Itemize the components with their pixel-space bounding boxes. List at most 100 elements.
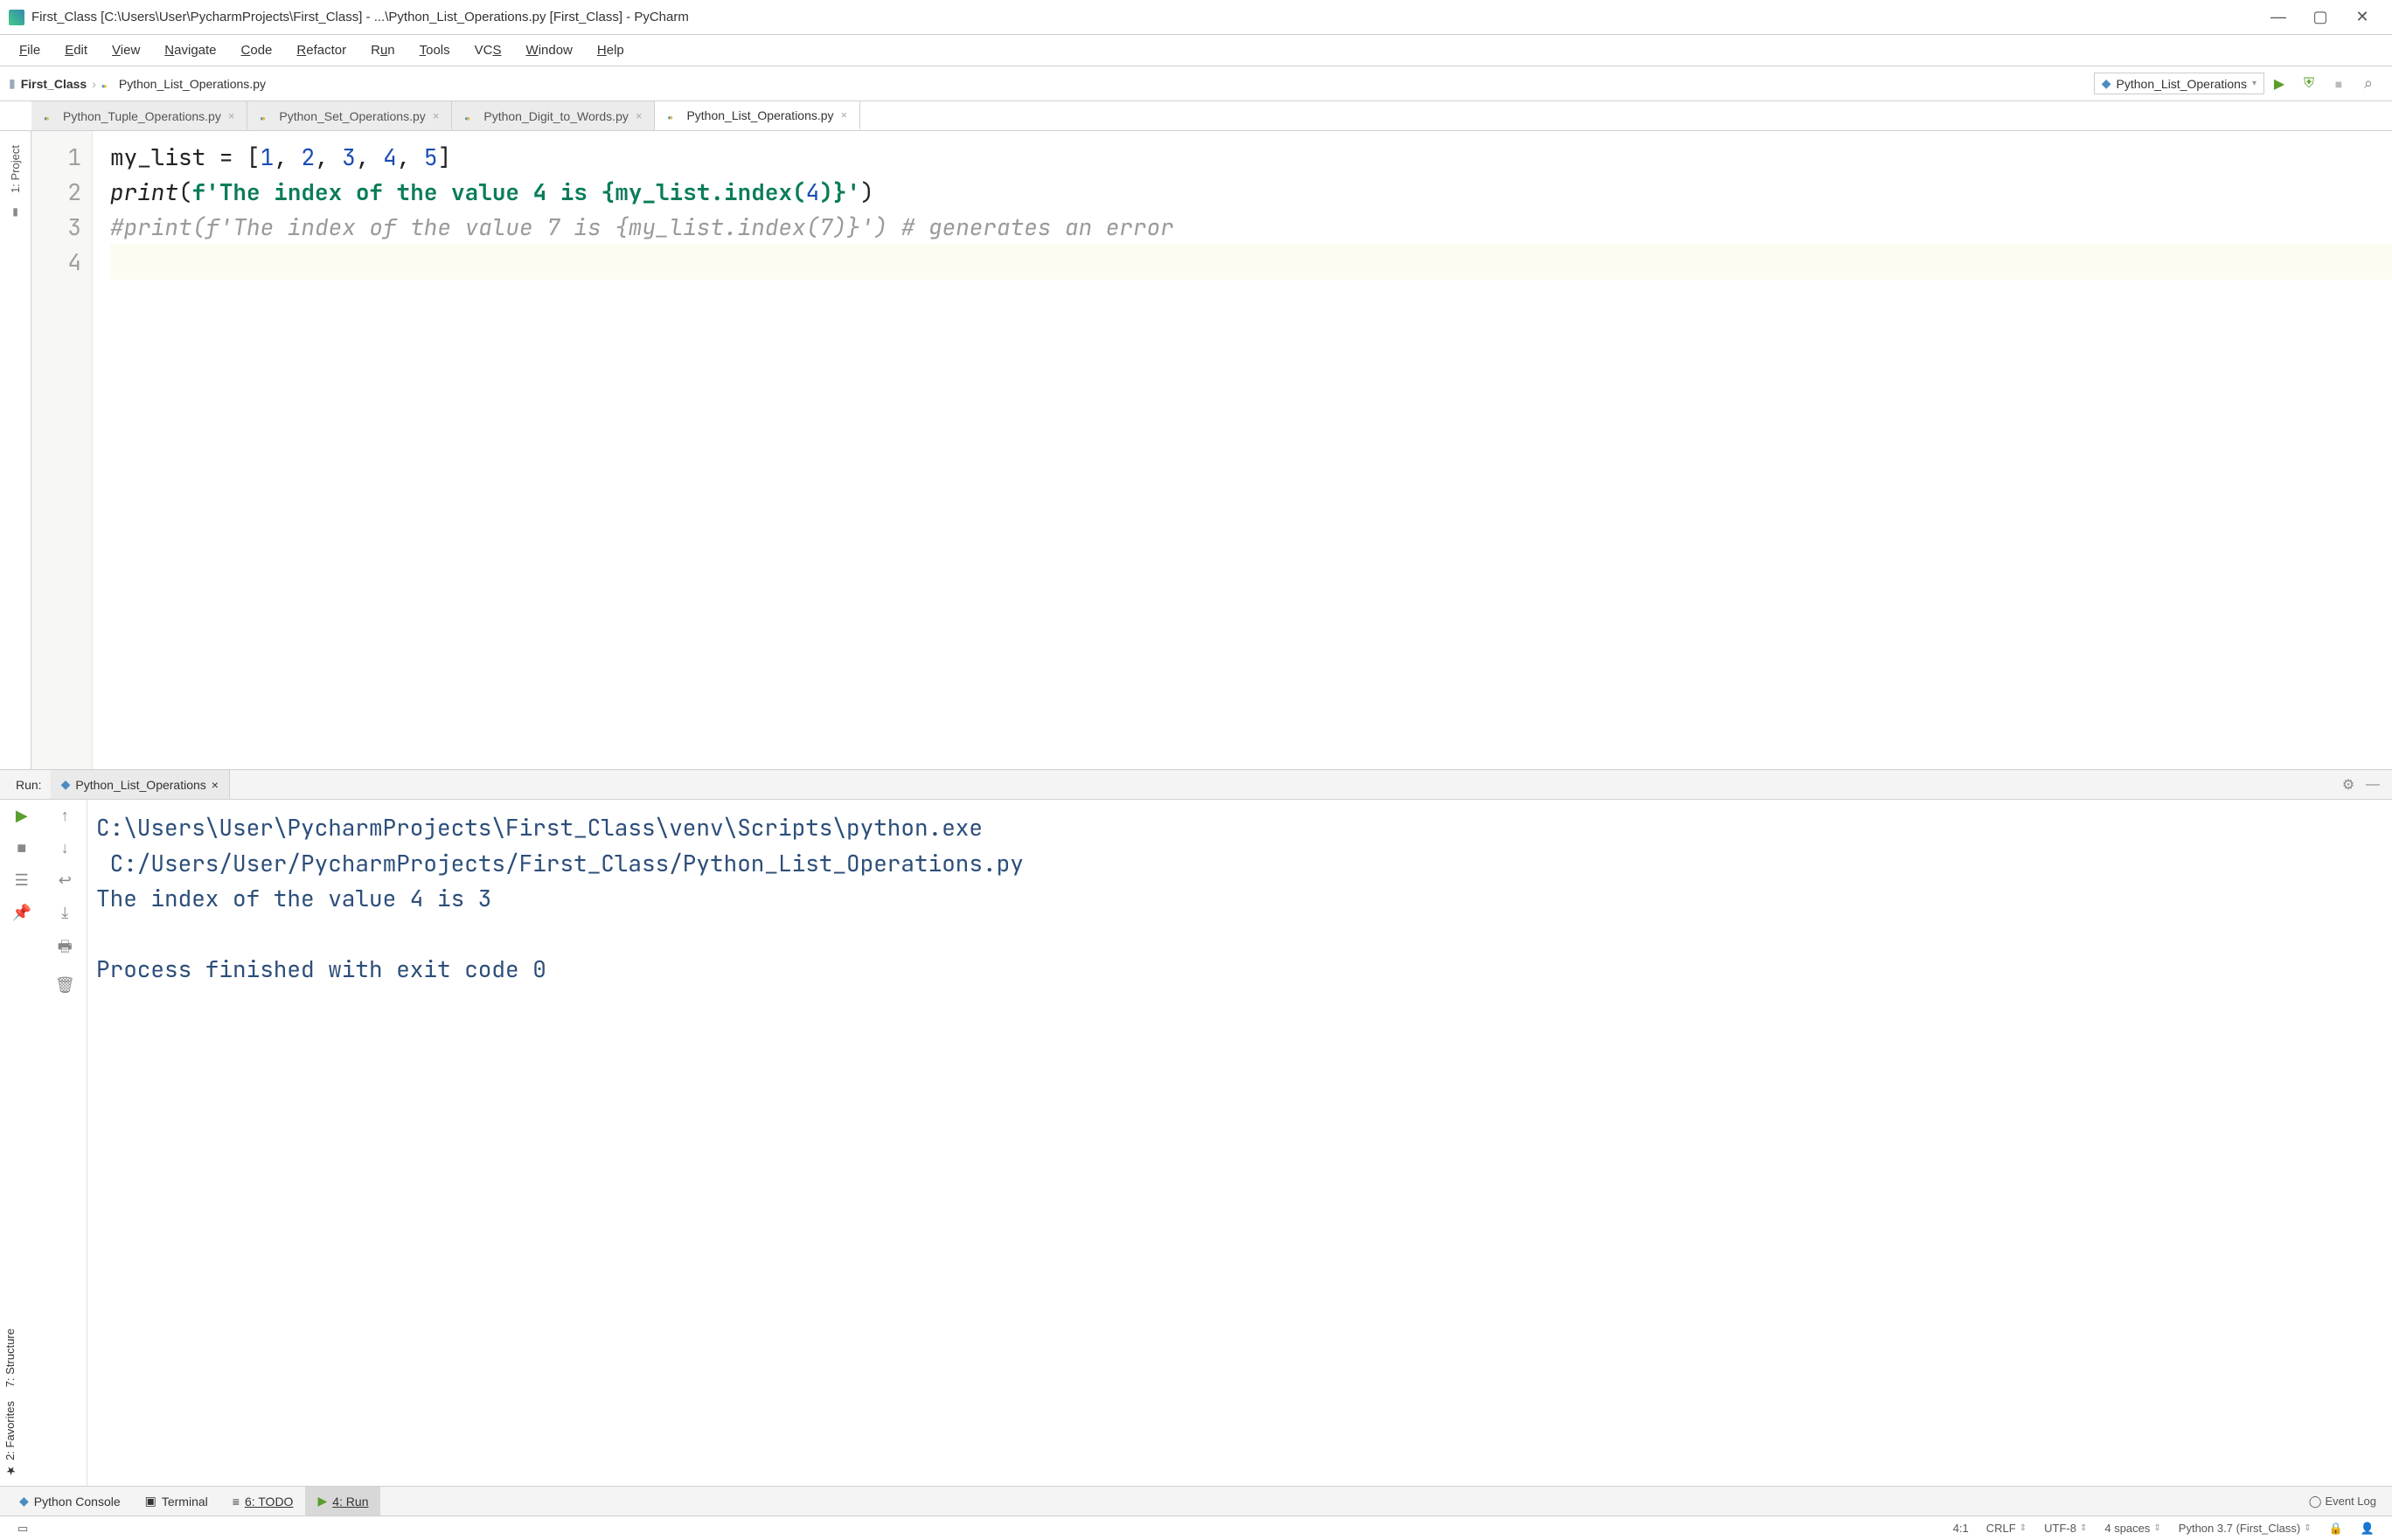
pycharm-app-icon [9,10,24,25]
clear-button[interactable]: 🗑 [55,976,75,995]
breadcrumb-file[interactable]: Python_List_Operations.py [119,77,266,91]
line-gutter: 1 2 3 4 [31,131,93,769]
bug-icon: ⛨ [2304,76,2314,92]
scroll-to-end-button[interactable]: ⤓ [61,904,68,922]
tab-label: Python_List_Operations.py [686,108,833,122]
status-indent[interactable]: 4 spaces ⇕ [2096,1522,2169,1535]
tool-window-favorites[interactable]: ★ 2: Favorites [0,1394,31,1484]
tool-window-project[interactable]: 1: Project [5,136,25,202]
status-caret-pos[interactable]: 4:1 [1944,1522,1978,1535]
hide-button[interactable]: — [2361,777,2385,793]
play-icon: ▶ [317,1494,327,1509]
rerun-button[interactable]: ▶ [16,807,28,825]
run-header: Run: ◆ Python_List_Operations × ⚙ — [0,770,2392,800]
event-log[interactable]: ◯Event Log [2300,1495,2385,1509]
run-action-col-2: ↑ ↓ ↩ ⤓ 🖶 🗑 [44,800,87,1486]
menu-help[interactable]: Help [587,38,635,63]
tab-python-digit-to-words[interactable]: Python_Digit_to_Words.py × [452,101,655,130]
status-line-sep[interactable]: CRLF ⇕ [1978,1522,2035,1535]
python-icon: ◆ [19,1494,29,1509]
tool-run[interactable]: ▶4: Run [305,1487,380,1516]
soft-wrap-button[interactable]: ↩ [59,871,72,890]
menu-window[interactable]: Window [516,38,583,63]
status-encoding[interactable]: UTF-8 ⇕ [2035,1522,2096,1535]
tab-label: Python_Set_Operations.py [279,109,425,123]
pin-button[interactable]: 📌 [12,904,31,922]
tab-python-list-operations[interactable]: Python_List_Operations.py × [655,101,860,130]
inspector-icon: 👤 [2361,1522,2375,1536]
menu-view[interactable]: View [101,38,150,63]
line-number: 3 [31,210,81,245]
breadcrumb: ▮ First_Class › Python_List_Operations.p… [9,76,266,91]
search-everywhere-button[interactable]: ⌕ [2354,71,2383,97]
tab-label: Python_Tuple_Operations.py [63,109,221,123]
line-number: 1 [31,140,81,175]
python-icon: ◆ [2102,76,2111,91]
menu-refactor[interactable]: Refactor [286,38,357,63]
run-tab[interactable]: ◆ Python_List_Operations × [51,770,230,799]
menu-run[interactable]: Run [360,38,406,63]
debug-button[interactable]: ⛨ [2294,71,2324,97]
layout-button[interactable]: ☰ [15,871,29,890]
editor[interactable]: 1 2 3 4 my_list = [1, 2, 3, 4, 5] print(… [31,131,2392,769]
minimize-button[interactable]: — [2257,4,2299,31]
menu-vcs[interactable]: VCS [464,38,512,63]
search-icon: ⌕ [2364,74,2373,93]
menu-file[interactable]: File [9,38,51,63]
status-lock[interactable]: 🔒 [2320,1522,2352,1536]
bottom-tool-strip: ◆Python Console ▣Terminal ≡6: TODO ▶4: R… [0,1486,2392,1516]
close-icon[interactable]: × [212,778,219,792]
lock-icon: 🔒 [2329,1522,2343,1536]
menu-edit[interactable]: Edit [54,38,98,63]
stop-run-button[interactable]: ■ [17,839,26,857]
menubar: File Edit View Navigate Code Refactor Ru… [0,35,2392,66]
collapse-icon[interactable]: ▮ [9,202,22,221]
menu-tools[interactable]: Tools [409,38,461,63]
close-icon[interactable]: × [841,108,848,121]
terminal-icon: ▣ [145,1494,156,1509]
close-icon[interactable]: × [636,109,643,122]
run-tool-window: Run: ◆ Python_List_Operations × ⚙ — ▶ ■ … [0,769,2392,1486]
tool-terminal[interactable]: ▣Terminal [133,1487,220,1516]
tool-todo[interactable]: ≡6: TODO [220,1487,306,1516]
run-config-dropdown[interactable]: ◆ Python_List_Operations ▾ [2094,73,2264,94]
run-output[interactable]: C:\Users\User\PycharmProjects\First_Clas… [87,800,2392,1486]
python-file-icon [667,109,679,121]
tab-python-set-operations[interactable]: Python_Set_Operations.py × [247,101,452,130]
window-icon: ▭ [17,1522,28,1536]
tool-window-structure[interactable]: 7: Structure [0,1321,31,1394]
main-area: 1: Project ▮ 1 2 3 4 my_list = [1, 2, 3,… [0,131,2392,769]
close-icon[interactable]: × [433,109,440,122]
run-body: ▶ ■ ☰ 📌 ↑ ↓ ↩ ⤓ 🖶 🗑 C:\Users\User\Pychar… [0,800,2392,1486]
run-button[interactable]: ▶ [2264,71,2294,97]
run-tab-label: Python_List_Operations [75,778,205,792]
maximize-button[interactable]: ▢ [2299,4,2341,31]
window-title: First_Class [C:\Users\User\PycharmProjec… [31,10,2257,24]
chevron-right-icon: › [92,77,96,91]
stop-icon: ■ [2335,77,2342,91]
status-interpreter[interactable]: Python 3.7 (First_Class) ⇕ [2170,1522,2320,1535]
up-button[interactable]: ↑ [61,807,69,825]
breadcrumb-project[interactable]: First_Class [21,77,87,91]
print-button[interactable]: 🖶 [58,936,73,962]
stop-button[interactable]: ■ [2324,71,2354,97]
close-icon[interactable]: × [228,109,235,122]
python-icon: ◆ [61,777,71,792]
gear-icon: ⚙ [2342,778,2354,793]
status-inspector[interactable]: 👤 [2352,1522,2383,1536]
run-label: Run: [7,778,51,792]
python-file-icon [464,110,476,122]
run-config-label: Python_List_Operations [2117,77,2247,91]
nav-toolbar: ▮ First_Class › Python_List_Operations.p… [0,66,2392,101]
line-number: 4 [31,245,81,280]
down-button[interactable]: ↓ [61,839,69,857]
settings-button[interactable]: ⚙ [2336,776,2361,794]
tab-python-tuple-operations[interactable]: Python_Tuple_Operations.py × [31,101,247,130]
menu-navigate[interactable]: Navigate [154,38,226,63]
close-button[interactable]: ✕ [2341,4,2383,31]
code-area[interactable]: my_list = [1, 2, 3, 4, 5] print(f'The in… [93,131,2392,769]
titlebar: First_Class [C:\Users\User\PycharmProjec… [0,0,2392,35]
tab-label: Python_Digit_to_Words.py [483,109,629,123]
menu-code[interactable]: Code [231,38,283,63]
status-window-button[interactable]: ▭ [9,1522,37,1536]
